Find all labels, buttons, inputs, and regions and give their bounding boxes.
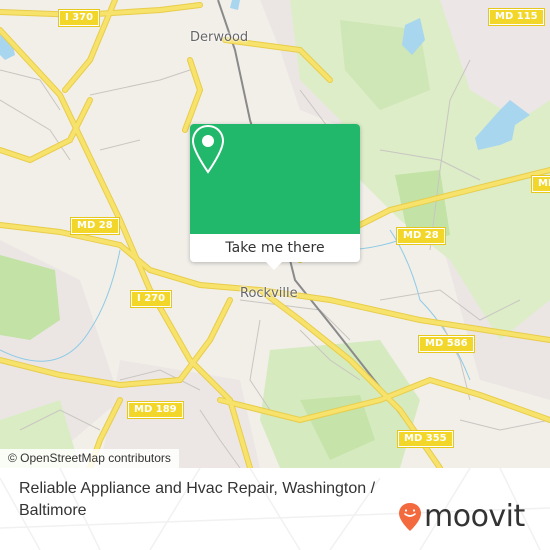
- place-label-derwood: Derwood: [190, 30, 249, 45]
- map-attribution[interactable]: © OpenStreetMap contributors: [0, 449, 179, 468]
- take-me-there-button[interactable]: Take me there: [190, 234, 360, 262]
- lake: [230, 0, 240, 10]
- road-shield-md115: MD 115: [488, 8, 545, 26]
- popup-tail: [266, 262, 282, 270]
- moovit-logo-text: moovit: [424, 499, 525, 534]
- road-shield-md28-edge: MD 28: [531, 175, 550, 193]
- footer: Reliable Appliance and Hvac Repair, Wash…: [0, 468, 550, 550]
- road-shield-i270: I 270: [129, 290, 173, 308]
- place-label-rockville: Rockville: [240, 286, 298, 301]
- road-shield-md355: MD 355: [397, 430, 454, 448]
- road-shield-md28-west: MD 28: [70, 217, 120, 235]
- popup-header: [190, 124, 360, 234]
- location-pin-icon: [191, 124, 225, 174]
- road-shield-md189: MD 189: [127, 401, 184, 419]
- map[interactable]: Derwood Rockville I 370 MD 115 MD 28 MD …: [0, 0, 550, 468]
- road-shield-md586: MD 586: [418, 335, 475, 353]
- moovit-logo[interactable]: moovit: [398, 499, 525, 534]
- road-shield-md28-east: MD 28: [396, 227, 446, 245]
- moovit-pin-icon: [399, 502, 421, 531]
- road-shield-i370: I 370: [57, 9, 101, 27]
- place-title: Reliable Appliance and Hvac Repair, Wash…: [19, 480, 376, 519]
- take-me-there-popup[interactable]: Take me there: [190, 124, 360, 270]
